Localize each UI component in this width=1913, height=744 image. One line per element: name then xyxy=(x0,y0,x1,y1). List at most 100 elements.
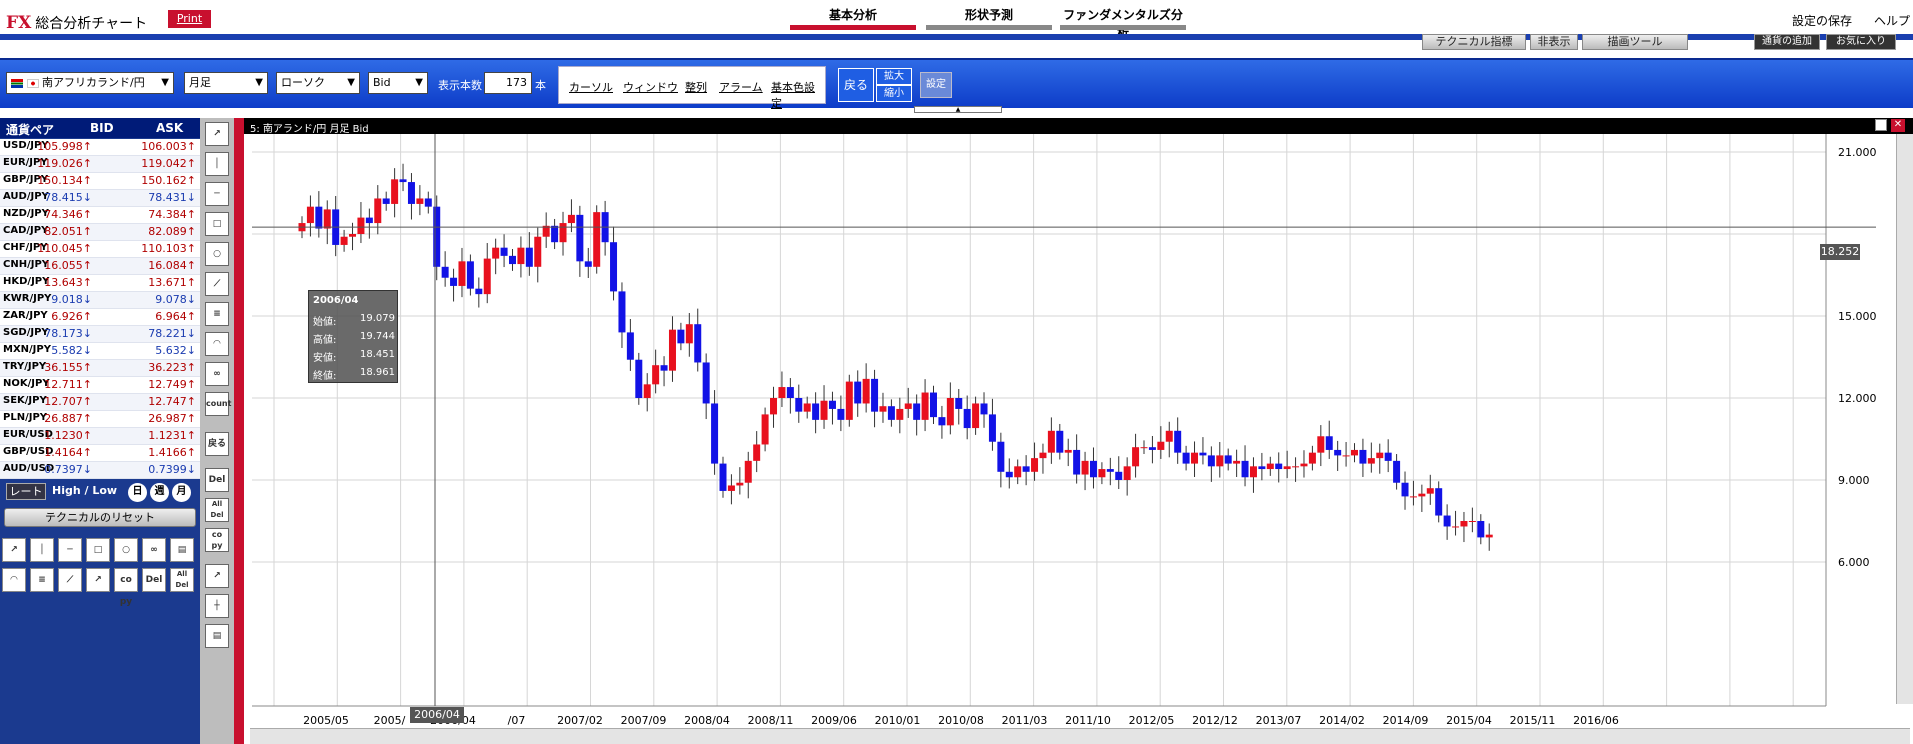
restore-window-icon[interactable] xyxy=(1875,119,1887,131)
fibonacci-icon[interactable]: ≡ xyxy=(205,302,229,326)
crosshair-icon[interactable]: ┼ xyxy=(205,594,229,618)
zoom-in-button[interactable]: 拡大 xyxy=(876,68,912,85)
save-settings-link[interactable]: 設定の保存 xyxy=(1792,12,1852,29)
back-tool-button[interactable]: 戻る xyxy=(205,432,229,456)
copy-button[interactable]: co py xyxy=(114,568,138,607)
trend-tool-icon[interactable]: ↗ xyxy=(205,122,229,146)
linked-circles-icon[interactable]: ∞ xyxy=(142,538,166,562)
draw-tools-button[interactable]: 描画ツール xyxy=(1582,34,1688,50)
fibonacci-icon[interactable]: ≡ xyxy=(30,568,54,592)
arrow-icon[interactable]: ↗ xyxy=(205,564,229,588)
table-icon[interactable]: ▤ xyxy=(170,538,194,562)
rate-pair: NOK/JPY xyxy=(3,378,50,389)
candle-body xyxy=(1022,466,1030,472)
candle-body xyxy=(770,398,778,415)
horizontal-line-icon[interactable]: ─ xyxy=(58,538,82,562)
rectangle-icon[interactable]: □ xyxy=(205,212,229,236)
rate-row[interactable]: SGD/JPY 78.173↓ 78.221↓ xyxy=(0,326,200,343)
technical-indicator-button[interactable]: テクニカル指標 xyxy=(1422,34,1526,50)
rate-row[interactable]: ZAR/JPY 6.926↑ 6.964↑ xyxy=(0,309,200,326)
copy-button[interactable]: co py xyxy=(205,528,229,552)
rate-row[interactable]: KWR/JPY 9.018↓ 9.078↓ xyxy=(0,292,200,309)
zoom-out-button[interactable]: 縮小 xyxy=(876,85,912,102)
rate-row[interactable]: EUR/JPY 119.026↑ 119.042↑ xyxy=(0,156,200,173)
rate-row[interactable]: AUD/USD 0.7397↓ 0.7399↓ xyxy=(0,462,200,479)
linked-circles-icon[interactable]: ∞ xyxy=(205,362,229,386)
rectangle-icon[interactable]: □ xyxy=(86,538,110,562)
chart-type-select[interactable]: ローソク ▼ xyxy=(276,72,360,94)
table-icon[interactable]: ▤ xyxy=(205,624,229,648)
fan-line-icon[interactable]: ⟋ xyxy=(58,568,82,592)
candle-body xyxy=(466,261,474,289)
back-button[interactable]: 戻る xyxy=(838,68,874,102)
print-button[interactable]: Print xyxy=(168,10,211,28)
count-label: 表示本数 xyxy=(438,79,482,92)
fan-line-icon[interactable]: ⟋ xyxy=(205,272,229,296)
horizontal-line-icon[interactable]: ─ xyxy=(205,182,229,206)
rate-row[interactable]: AUD/JPY 78.415↓ 78.431↓ xyxy=(0,190,200,207)
hide-button[interactable]: 非表示 xyxy=(1530,34,1578,50)
tab-basic-analysis[interactable]: 基本分析 xyxy=(790,6,916,30)
vertical-line-icon[interactable]: │ xyxy=(30,538,54,562)
menu-base-color[interactable]: 基本色設定 xyxy=(771,79,825,111)
menu-cursor[interactable]: カーソル xyxy=(569,79,613,95)
delete-button[interactable]: Del xyxy=(205,468,229,492)
rate-row[interactable]: HKD/JPY 13.643↑ 13.671↑ xyxy=(0,275,200,292)
delete-all-button[interactable]: All Del xyxy=(170,568,194,592)
weekly-button[interactable]: 週 xyxy=(150,483,169,502)
rate-row[interactable]: USD/JPY 105.998↑ 106.003↑ xyxy=(0,139,200,156)
rate-row[interactable]: SEK/JPY 12.707↑ 12.747↑ xyxy=(0,394,200,411)
technical-reset-button[interactable]: テクニカルのリセット xyxy=(4,508,196,527)
rate-row[interactable]: CAD/JPY 82.051↑ 82.089↑ xyxy=(0,224,200,241)
rate-row[interactable]: GBP/JPY 150.134↑ 150.162↑ xyxy=(0,173,200,190)
candle-body xyxy=(1367,458,1375,464)
menu-alarm[interactable]: アラーム xyxy=(719,79,763,95)
menu-window[interactable]: ウィンドウ xyxy=(623,79,678,95)
header-bid: BID xyxy=(90,121,114,135)
close-icon[interactable]: ✕ xyxy=(1891,119,1905,132)
settings-button[interactable]: 設定 xyxy=(920,72,952,98)
period-select[interactable]: 月足 ▼ xyxy=(184,72,268,94)
price-scrollbar[interactable] xyxy=(1896,134,1913,704)
count-button[interactable]: count xyxy=(205,392,231,416)
time-scrollbar[interactable] xyxy=(250,728,1910,744)
menu-align[interactable]: 整列 xyxy=(685,79,707,95)
currency-pair-select[interactable]: 南アフリカランド/円 ▼ xyxy=(6,72,174,94)
collapse-toolbar-handle[interactable]: ▲ xyxy=(914,106,1002,113)
tab-fundamentals[interactable]: ファンダメンタルズ分析 xyxy=(1060,6,1186,40)
rate-row[interactable]: NOK/JPY 12.711↑ 12.749↑ xyxy=(0,377,200,394)
delete-all-button[interactable]: All Del xyxy=(205,498,229,522)
arrow-icon[interactable]: ↗ xyxy=(86,568,110,592)
tab-high-low[interactable]: High / Low xyxy=(52,484,117,497)
rate-row[interactable]: EUR/USD 1.1230↑ 1.1231↑ xyxy=(0,428,200,445)
x-tick-label: 2010/08 xyxy=(938,714,984,727)
rate-row[interactable]: GBP/USD 1.4164↑ 1.4166↑ xyxy=(0,445,200,462)
trend-tool-icon[interactable]: ↗ xyxy=(2,538,26,562)
fan-arc-icon[interactable]: ◠ xyxy=(2,568,26,592)
tab-rate[interactable]: レート xyxy=(6,483,46,500)
vertical-line-icon[interactable]: │ xyxy=(205,152,229,176)
price-type-select[interactable]: Bid ▼ xyxy=(368,72,428,94)
circle-icon[interactable]: ○ xyxy=(205,242,229,266)
daily-button[interactable]: 日 xyxy=(128,483,147,502)
rate-row[interactable]: PLN/JPY 26.887↑ 26.987↑ xyxy=(0,411,200,428)
display-count-input[interactable]: 173 xyxy=(484,72,532,94)
circle-icon[interactable]: ○ xyxy=(114,538,138,562)
candle-body xyxy=(593,212,601,267)
fan-arc-icon[interactable]: ◠ xyxy=(205,332,229,356)
candle-body xyxy=(1064,449,1072,453)
tab-pattern-forecast[interactable]: 形状予測 xyxy=(926,6,1052,30)
candlestick-chart[interactable]: 21.000 15.000 12.000 9.000 6.000 2005/05 2005/… xyxy=(244,134,1896,728)
rate-row[interactable]: MXN/JPY 5.582↓ 5.632↓ xyxy=(0,343,200,360)
chevron-down-icon: ▼ xyxy=(347,77,355,88)
favorites-button[interactable]: お気に入り xyxy=(1826,34,1896,50)
monthly-button[interactable]: 月 xyxy=(172,483,191,502)
rate-row[interactable]: CHF/JPY 110.045↑ 110.103↑ xyxy=(0,241,200,258)
rate-row[interactable]: NZD/JPY 74.346↑ 74.384↑ xyxy=(0,207,200,224)
help-link[interactable]: ヘルプ xyxy=(1874,12,1910,29)
add-currency-button[interactable]: 通貨の追加 xyxy=(1754,34,1820,50)
rate-row[interactable]: CNH/JPY 16.055↑ 16.084↑ xyxy=(0,258,200,275)
rate-row[interactable]: TRY/JPY 36.155↑ 36.223↑ xyxy=(0,360,200,377)
delete-button[interactable]: Del xyxy=(142,568,166,592)
panel-divider[interactable] xyxy=(234,118,244,744)
